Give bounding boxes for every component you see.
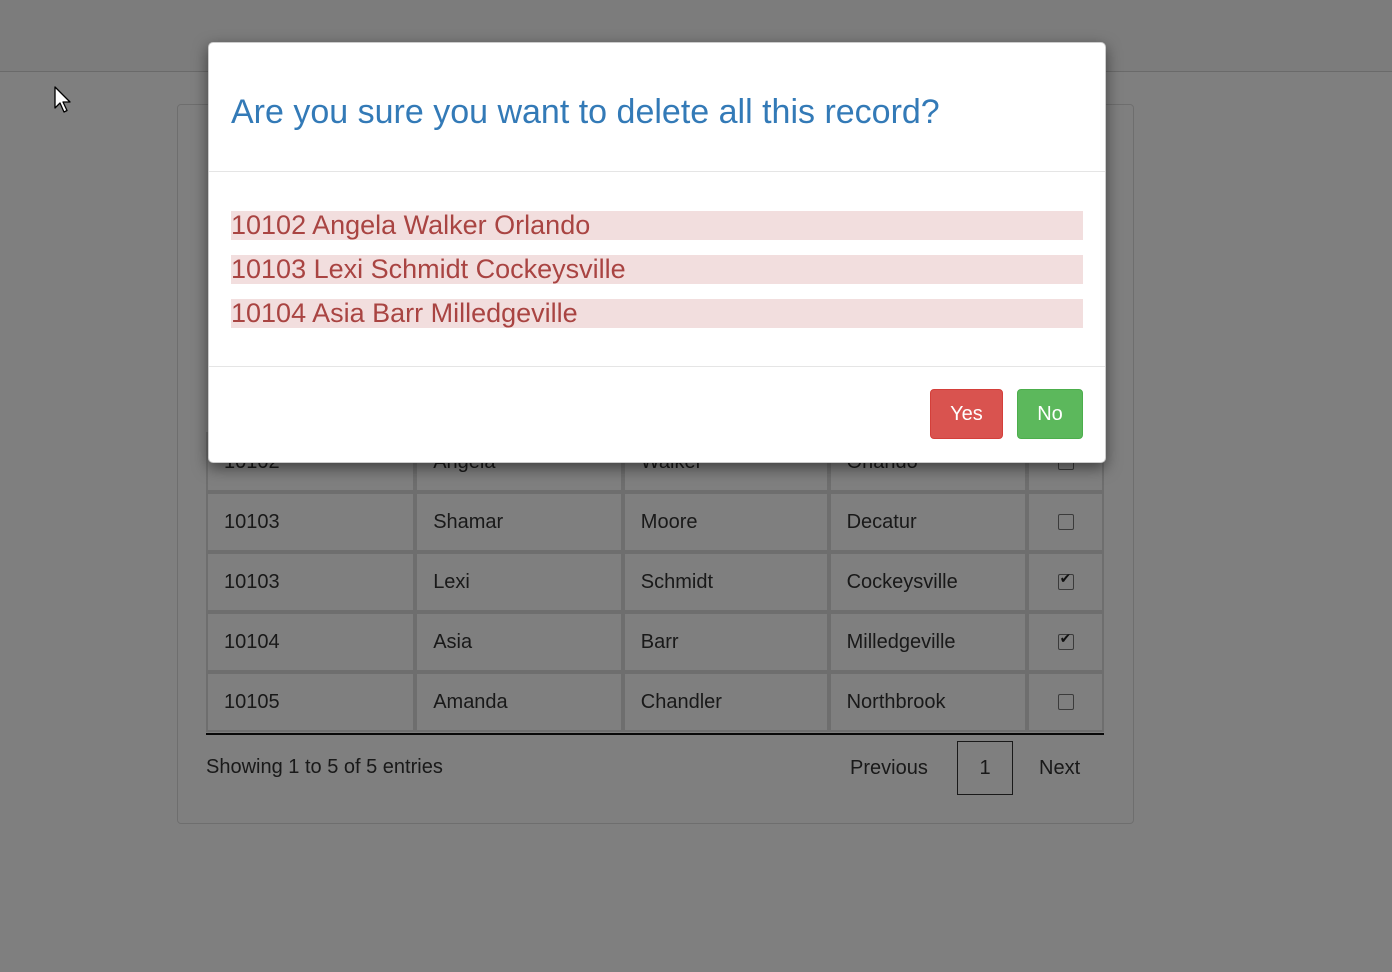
record-to-delete: 10103 Lexi Schmidt Cockeysville [231,255,1083,284]
yes-button[interactable]: Yes [930,389,1003,439]
delete-confirm-dialog: Are you sure you want to delete all this… [208,42,1106,463]
dialog-footer: Yes No [209,366,1105,463]
dialog-title: Are you sure you want to delete all this… [231,93,940,131]
mouse-cursor-icon [54,86,71,113]
record-to-delete: 10102 Angela Walker Orlando [231,211,1083,240]
dialog-body: 10102 Angela Walker Orlando 10103 Lexi S… [231,211,1083,343]
dialog-header: Are you sure you want to delete all this… [209,43,1105,172]
no-button[interactable]: No [1017,389,1083,439]
record-to-delete: 10104 Asia Barr Milledgeville [231,299,1083,328]
